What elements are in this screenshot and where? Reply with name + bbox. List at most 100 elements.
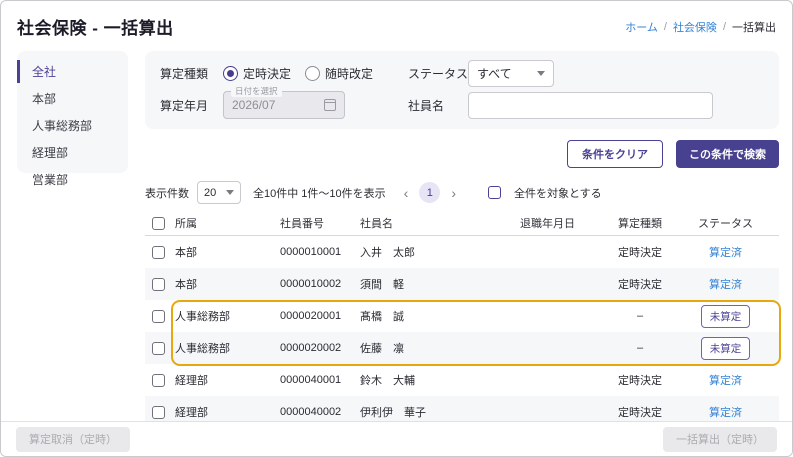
page-size-select[interactable]: 20 [197, 181, 241, 204]
header-department: 所属 [175, 215, 280, 231]
page-header: 社会保険 - 一括算出 ホーム / 社会保険 / 一括算出 [1, 1, 792, 39]
table-header-row: 所属 社員番号 社員名 退職年月日 算定種類 ステータス [145, 211, 779, 236]
search-button[interactable]: この条件で検索 [676, 140, 779, 168]
page-number-button[interactable]: 1 [419, 182, 440, 203]
cell-department: 経理部 [175, 372, 280, 388]
search-filter-panel: 算定種類 定時決定 随時改定 ステータス すべて [145, 51, 779, 129]
select-all-checkbox[interactable] [488, 186, 501, 199]
pagination: ‹ 1 › [402, 182, 458, 203]
row-checkbox[interactable] [152, 342, 165, 355]
result-count-summary: 全10件中 1件～10件を表示 [253, 185, 386, 201]
list-controls: 表示件数 20 全10件中 1件～10件を表示 ‹ 1 › 全件を対象とする [145, 181, 779, 204]
employee-name-label: 社員名 [408, 97, 468, 114]
department-sidebar: 全社 本部 人事総務部 経理部 営業部 [17, 51, 128, 173]
cell-employee-number: 0000010002 [280, 278, 360, 290]
cell-employee-name: 鈴木 大輔 [360, 372, 520, 388]
breadcrumb-current: 一括算出 [732, 19, 776, 35]
cell-calc-type: 定時決定 [598, 244, 682, 260]
status-calculated-link[interactable]: 算定済 [709, 407, 742, 419]
sidebar-item-hr-general-affairs[interactable]: 人事総務部 [17, 114, 128, 137]
header-status: ステータス [682, 215, 779, 231]
status-calculated-link[interactable]: 算定済 [709, 279, 742, 291]
page-size-value: 20 [204, 187, 216, 199]
breadcrumb-separator: / [723, 21, 726, 33]
table-row: 本部 0000010002 須間 軽 定時決定 算定済 [145, 268, 779, 300]
header-calc-type: 算定種類 [598, 215, 682, 231]
table-row: 人事総務部 0000020001 髙橋 誠 – 未算定 [145, 300, 779, 332]
cell-department: 経理部 [175, 404, 280, 420]
cell-calc-type: 定時決定 [598, 372, 682, 388]
radio-label: 定時決定 [243, 65, 291, 82]
chevron-down-icon [537, 71, 545, 76]
header-employee-name: 社員名 [360, 215, 520, 231]
calc-month-control: 日付を選択 2026/07 [223, 91, 408, 119]
cell-employee-name: 髙橋 誠 [360, 308, 520, 324]
status-calculated-link[interactable]: 算定済 [709, 247, 742, 259]
radio-unchecked-icon[interactable] [305, 66, 320, 81]
status-label: ステータス [408, 65, 468, 82]
calendar-icon[interactable] [324, 99, 336, 111]
cell-employee-number: 0000040001 [280, 374, 360, 386]
cell-employee-number: 0000020001 [280, 310, 360, 322]
status-calculated-link[interactable]: 算定済 [709, 375, 742, 387]
employee-table: 所属 社員番号 社員名 退職年月日 算定種類 ステータス 本部 00000100… [145, 211, 779, 428]
next-page-icon[interactable]: › [449, 184, 458, 202]
row-checkbox[interactable] [152, 406, 165, 419]
radio-checked-icon[interactable] [223, 66, 238, 81]
row-checkbox[interactable] [152, 278, 165, 291]
calc-type-radio-group: 定時決定 随時改定 [223, 65, 408, 82]
calc-month-label: 算定年月 [160, 97, 223, 114]
sidebar-item-accounting[interactable]: 経理部 [17, 141, 128, 164]
breadcrumb-separator: / [664, 21, 667, 33]
calc-type-label: 算定種類 [160, 65, 223, 82]
row-checkbox[interactable] [152, 246, 165, 259]
cell-department: 本部 [175, 244, 280, 260]
status-not-calculated-badge: 未算定 [701, 305, 751, 328]
search-actions: 条件をクリア この条件で検索 [145, 140, 779, 168]
footer-action-bar: 算定取消（定時） 一括算出（定時） [1, 421, 792, 456]
table-row: 本部 0000010001 入井 太郎 定時決定 算定済 [145, 236, 779, 268]
status-not-calculated-badge: 未算定 [701, 337, 751, 360]
cell-calc-type: – [598, 310, 682, 322]
radio-option-occasional[interactable]: 随時改定 [305, 65, 373, 82]
app-window: 社会保険 - 一括算出 ホーム / 社会保険 / 一括算出 全社 本部 人事総務… [0, 0, 793, 457]
select-all-label: 全件を対象とする [514, 185, 602, 201]
chevron-down-icon [226, 190, 234, 195]
employee-name-input[interactable] [468, 92, 713, 119]
calc-month-date-field[interactable]: 日付を選択 2026/07 [223, 91, 345, 119]
breadcrumb: ホーム / 社会保険 / 一括算出 [625, 19, 776, 35]
page-title: 社会保険 - 一括算出 [17, 14, 174, 39]
cell-employee-name: 伊利伊 華子 [360, 404, 520, 420]
content-area: 全社 本部 人事総務部 経理部 営業部 算定種類 定時決定 [1, 39, 792, 428]
cell-employee-name: 須間 軽 [360, 276, 520, 292]
cell-department: 人事総務部 [175, 340, 280, 356]
cell-employee-number: 0000010001 [280, 246, 360, 258]
cell-employee-number: 0000020002 [280, 342, 360, 354]
sidebar-item-sales[interactable]: 営業部 [17, 168, 128, 191]
sidebar-item-headquarters[interactable]: 本部 [17, 87, 128, 110]
filter-row-1: 算定種類 定時決定 随時改定 ステータス すべて [160, 58, 764, 88]
cancel-calculation-button[interactable]: 算定取消（定時） [16, 427, 130, 452]
radio-option-scheduled[interactable]: 定時決定 [223, 65, 291, 82]
date-field-floating-label: 日付を選択 [231, 85, 282, 97]
breadcrumb-section-link[interactable]: 社会保険 [673, 19, 717, 35]
header-employee-number: 社員番号 [280, 215, 360, 231]
filter-row-2: 算定年月 日付を選択 2026/07 社員名 [160, 90, 764, 120]
row-checkbox[interactable] [152, 310, 165, 323]
breadcrumb-home-link[interactable]: ホーム [625, 19, 658, 35]
cell-employee-number: 0000040002 [280, 406, 360, 418]
table-row: 経理部 0000040001 鈴木 大輔 定時決定 算定済 [145, 364, 779, 396]
sidebar-item-all-company[interactable]: 全社 [17, 60, 128, 83]
batch-calculate-button[interactable]: 一括算出（定時） [663, 427, 777, 452]
cell-calc-type: 定時決定 [598, 276, 682, 292]
cell-calc-type: 定時決定 [598, 404, 682, 420]
clear-conditions-button[interactable]: 条件をクリア [567, 140, 663, 168]
header-retirement-date: 退職年月日 [520, 215, 598, 231]
table-row: 人事総務部 0000020002 佐藤 凛 – 未算定 [145, 332, 779, 364]
status-select[interactable]: すべて [468, 60, 554, 87]
radio-label: 随時改定 [325, 65, 373, 82]
header-checkbox[interactable] [152, 217, 165, 230]
cell-calc-type: – [598, 342, 682, 354]
prev-page-icon[interactable]: ‹ [402, 184, 411, 202]
row-checkbox[interactable] [152, 374, 165, 387]
